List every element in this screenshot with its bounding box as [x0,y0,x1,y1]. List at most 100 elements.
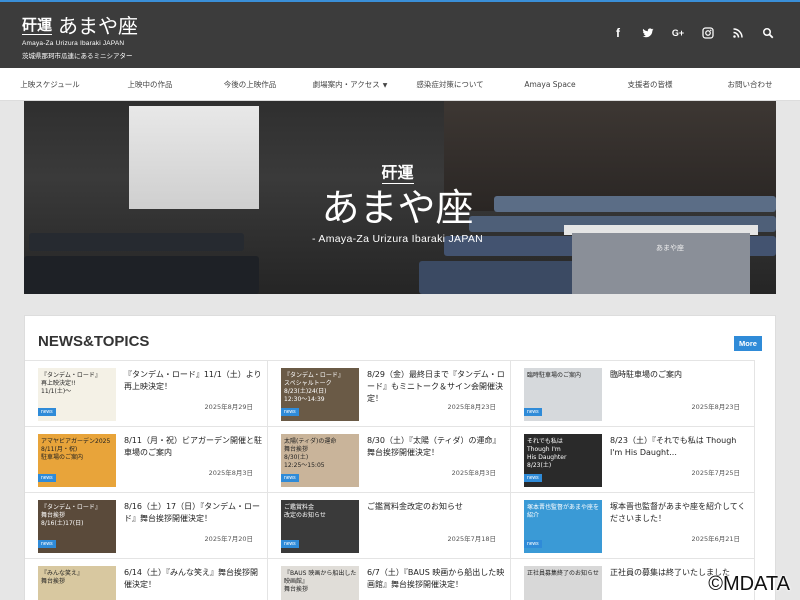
news-title[interactable]: 8/29（金）最終日まで『タンデム・ロード』もミニトーク＆サイン会開催決定！ [367,369,505,405]
hero-logo: 矸運 あまや座 - Amaya-Za Urizura Ibaraki JAPAN [312,159,483,245]
site-logo[interactable]: 矸運 あまや座 Amaya-Za Urizura Ibaraki JAPAN 茨… [22,14,138,60]
thumbnail-caption: 臨時駐車場のご案内 [527,372,582,379]
building-sign: あまや座 [656,244,684,252]
news-date: 2025年8月3日 [451,469,496,477]
news-card[interactable]: ご鑑賞料金 改定のお知らせ news ご鑑賞料金改定のお知らせ 2025年7月1… [268,492,511,558]
news-card[interactable]: それでも私は Though I'm His Daughter 8/23(土) n… [511,426,755,492]
seat-row [29,233,244,251]
news-thumbnail[interactable]: 『タンデム・ロード』 再上映決定!! 11/1(土)〜 news [38,368,116,421]
seat-row [24,256,259,294]
thumbnail-caption: 『みんな笑え』 舞台挨拶 [41,570,84,585]
twitter-icon[interactable] [642,26,654,40]
news-badge: news [524,540,542,548]
news-card[interactable]: 『タンデム・ロード』 舞台挨拶 8/16(土)17(日) news 8/16（土… [25,492,268,558]
nav-item-schedule[interactable]: 上映スケジュール [0,79,100,90]
news-date: 2025年7月18日 [447,535,496,543]
news-card[interactable]: 『タンデム・ロード』 再上映決定!! 11/1(土)〜 news 『タンデム・ロ… [25,360,268,426]
news-title[interactable]: 『タンデム・ロード』11/1（土）より再上映決定！ [124,369,262,393]
news-date: 2025年6月21日 [691,535,740,543]
thumbnail-caption: 正社員募集終了のお知らせ [527,570,599,577]
news-title[interactable]: 6/14（土）『みんな笑え』舞台挨拶開催決定！ [124,567,262,591]
news-title[interactable]: 臨時駐車場のご案内 [610,369,748,381]
hero-subtitle: - Amaya-Za Urizura Ibaraki JAPAN [312,233,484,245]
nav-item-upcoming[interactable]: 今後の上映作品 [200,79,300,90]
news-thumbnail[interactable]: 塚本晋也監督があまや座を紹介 news [524,500,602,553]
news-date: 2025年7月25日 [691,469,740,477]
hero-banner: あまや座 矸運 あまや座 - Amaya-Za Urizura Ibaraki … [24,101,776,294]
news-title[interactable]: 塚本晋也監督があまや座を紹介してくださいました！ [610,501,748,525]
main-nav: 上映スケジュール 上映中の作品 今後の上映作品 劇場案内・アクセス ▼ 感染症対策… [0,68,800,101]
news-card[interactable]: 『タンデム・ロード』 スペシャルトーク 8/23(土)24(日) 12:30〜1… [268,360,511,426]
nav-item-access[interactable]: 劇場案内・アクセス ▼ [300,79,400,90]
news-card[interactable]: 塚本晋也監督があまや座を紹介 news 塚本晋也監督があまや座を紹介してください… [511,492,755,558]
news-badge: news [38,540,56,548]
facebook-icon[interactable]: f [612,26,624,40]
nav-item-now-showing[interactable]: 上映中の作品 [100,79,200,90]
instagram-icon[interactable] [702,26,714,40]
nav-item-amaya-space[interactable]: Amaya Space [500,80,600,89]
nav-item-contact[interactable]: お問い合わせ [700,79,800,90]
logo-tagline: 茨城県那珂市瓜連にあるミニシアター [22,52,133,60]
news-date: 2025年7月20日 [204,535,253,543]
news-badge: news [524,408,542,416]
news-title[interactable]: 8/23（土）『それでも私は Though I'm His Daught... [610,435,748,459]
cinema-screen [129,106,259,209]
news-title[interactable]: 8/16（土）17（日）『タンデム・ロード』舞台挨拶開催決定！ [124,501,262,525]
news-card[interactable]: アマヤビアガーデン2025 8/11(月・祝) 駐車場のご案内 news 8/1… [25,426,268,492]
thumbnail-caption: 『BAUS 映画から船出した映画館』 舞台挨拶 [284,570,357,593]
news-thumbnail[interactable]: それでも私は Though I'm His Daughter 8/23(土) n… [524,434,602,487]
news-card[interactable]: 『みんな笑え』 舞台挨拶 news 6/14（土）『みんな笑え』舞台挨拶開催決定… [25,558,268,600]
news-badge: news [281,474,299,482]
news-badge: news [38,408,56,416]
news-date: 2025年8月29日 [204,403,253,411]
news-date: 2025年8月23日 [447,403,496,411]
news-thumbnail[interactable]: 臨時駐車場のご案内 news [524,368,602,421]
news-title[interactable]: 8/30（土）『太陽（ティダ）の運命』舞台挨拶開催決定！ [367,435,505,459]
news-thumbnail[interactable]: 『みんな笑え』 舞台挨拶 news [38,566,116,600]
seat-row [419,261,579,294]
thumbnail-caption: アマヤビアガーデン2025 8/11(月・祝) 駐車場のご案内 [41,438,111,461]
news-card[interactable]: 臨時駐車場のご案内 news 臨時駐車場のご案内 2025年8月23日 [511,360,755,426]
news-date: 2025年8月23日 [691,403,740,411]
hero-title: あまや座 [321,186,474,230]
news-thumbnail[interactable]: 太陽(ティダ)の運命 舞台挨拶 8/30(土) 12:25〜15:05 news [281,434,359,487]
news-thumbnail[interactable]: アマヤビアガーデン2025 8/11(月・祝) 駐車場のご案内 news [38,434,116,487]
logo-title: あまや座 [58,14,139,38]
thumbnail-caption: 『タンデム・ロード』 スペシャルトーク 8/23(土)24(日) 12:30〜1… [284,372,344,403]
search-icon[interactable] [762,26,774,40]
hero-logo-mark: 矸運 [381,159,414,184]
site-header: 矸運 あまや座 Amaya-Za Urizura Ibaraki JAPAN 茨… [0,0,800,68]
news-thumbnail[interactable]: ご鑑賞料金 改定のお知らせ news [281,500,359,553]
news-thumbnail[interactable]: 『タンデム・ロード』 スペシャルトーク 8/23(土)24(日) 12:30〜1… [281,368,359,421]
news-badge: news [38,474,56,482]
news-topics-section: NEWS&TOPICS More 『タンデム・ロード』 再上映決定!! 11/1… [24,315,776,600]
rss-icon[interactable] [732,26,744,40]
more-button[interactable]: More [734,336,762,351]
thumbnail-caption: ご鑑賞料金 改定のお知らせ [284,504,326,519]
nav-item-supporters[interactable]: 支援者の皆様 [600,79,700,90]
news-thumbnail[interactable]: 正社員募集終了のお知らせ news [524,566,602,600]
thumbnail-caption: 『タンデム・ロード』 舞台挨拶 8/16(土)17(日) [41,504,101,527]
news-title[interactable]: 8/11（月・祝）ビアガーデン開催と駐車場のご案内 [124,435,262,459]
logo-subtitle: Amaya-Za Urizura Ibaraki JAPAN [22,40,125,47]
news-title[interactable]: ご鑑賞料金改定のお知らせ [367,501,505,513]
news-badge: news [281,540,299,548]
thumbnail-caption: 『タンデム・ロード』 再上映決定!! 11/1(土)〜 [41,372,101,395]
watermark: ©MDATA [708,573,790,595]
news-title[interactable]: 6/7（土）『BAUS 映画から船出した映画館』舞台挨拶開催決定！ [367,567,505,591]
news-badge: news [281,408,299,416]
nav-item-infection-control[interactable]: 感染症対策について [400,79,500,90]
news-date: 2025年8月3日 [208,469,253,477]
logo-mark: 矸運 [22,16,53,35]
chevron-down-icon: ▼ [382,81,388,89]
google-plus-icon[interactable]: G+ [672,26,684,40]
thumbnail-caption: それでも私は Though I'm His Daughter 8/23(土) [527,438,567,469]
thumbnail-caption: 塚本晋也監督があまや座を紹介 [527,504,600,519]
news-badge: news [524,474,542,482]
news-thumbnail[interactable]: 『タンデム・ロード』 舞台挨拶 8/16(土)17(日) news [38,500,116,553]
news-card[interactable]: 太陽(ティダ)の運命 舞台挨拶 8/30(土) 12:25〜15:05 news… [268,426,511,492]
news-thumbnail[interactable]: 『BAUS 映画から船出した映画館』 舞台挨拶 news [281,566,359,600]
social-links: f G+ [612,26,774,40]
seat-row [494,196,776,212]
news-card[interactable]: 『BAUS 映画から船出した映画館』 舞台挨拶 news 6/7（土）『BAUS… [268,558,511,600]
